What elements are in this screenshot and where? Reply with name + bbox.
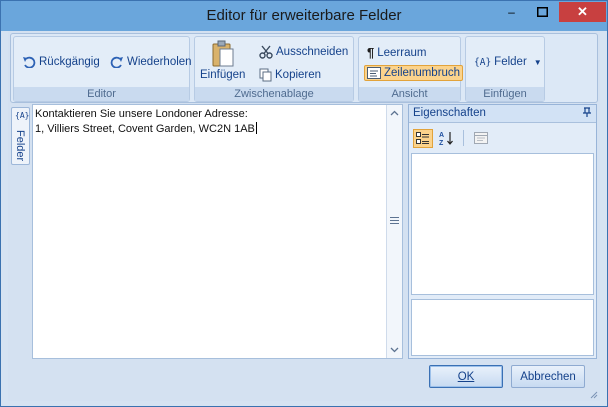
word-wrap-icon [367,67,381,79]
svg-text:A: A [439,132,444,139]
text-editor[interactable]: Kontaktieren Sie unsere Londoner Adresse… [32,104,403,359]
chevron-down-icon: ▼ [533,57,542,67]
properties-toolbar: A Z [413,128,491,148]
copy-icon [259,68,272,82]
alphabetical-sort-button[interactable]: A Z [436,129,456,148]
word-wrap-label: Zeilenumbruch [384,67,461,79]
ribbon: Rückgängig Wiederholen Editor Einfügen A… [10,33,598,103]
redo-button[interactable]: Wiederholen [110,56,192,68]
property-grid[interactable] [411,153,594,295]
pin-icon[interactable] [582,107,592,120]
paste-button[interactable]: Einfügen [200,40,245,81]
word-wrap-button[interactable]: Zeilenumbruch [364,65,464,81]
redo-label: Wiederholen [127,56,192,68]
whitespace-label: Leerraum [377,46,427,59]
property-description [411,299,594,356]
paste-label: Einfügen [200,69,246,81]
properties-panel: Eigenschaften A Z [408,104,597,359]
ribbon-group-editor: Rückgängig Wiederholen Editor [13,36,192,102]
scroll-up-button[interactable] [387,105,402,121]
text-caret [255,122,257,134]
property-pages-button[interactable] [471,129,491,148]
ribbon-group-view: ¶ Leerraum Zeilenumbruch Ansicht [358,36,464,102]
redo-icon [110,56,124,68]
undo-icon [22,56,36,68]
cancel-label: Abbrechen [520,370,576,383]
minimize-button[interactable]: – [498,2,525,22]
pilcrow-icon: ¶ [367,45,375,60]
dialog-window: Editor für erweiterbare Felder – ✕ Rückg… [0,0,608,407]
sort-az-icon: A Z [439,132,453,146]
ribbon-group-clipboard: Einfügen Ausschneiden Kopieren Zwischena… [194,36,354,102]
copy-button[interactable]: Kopieren [259,68,321,82]
maximize-button[interactable] [529,2,556,22]
properties-header: Eigenschaften [409,105,596,123]
ribbon-group-label-editor: Editor [14,87,189,101]
svg-text:Z: Z [439,140,444,146]
maximize-icon [537,7,548,17]
ribbon-group-label-view: Ansicht [359,87,460,101]
editor-vertical-scrollbar[interactable] [386,105,402,358]
properties-title: Eigenschaften [413,107,486,119]
whitespace-button[interactable]: ¶ Leerraum [367,45,426,60]
ribbon-group-label-clipboard: Zwischenablage [195,87,353,101]
paste-icon [211,40,235,68]
ribbon-group-label-insert: Einfügen [466,87,544,101]
close-button[interactable]: ✕ [559,2,606,22]
editor-line-1: Kontaktieren Sie unsere Londoner Adresse… [35,108,248,120]
cut-button[interactable]: Ausschneiden [259,45,348,59]
copy-label: Kopieren [275,69,322,81]
fields-tab-label: Felder [14,130,26,162]
dialog-client: Rückgängig Wiederholen Editor Einfügen A… [8,31,600,401]
resize-grip-icon[interactable] [588,389,598,399]
editor-line-2: 1, Villiers Street, Covent Garden, WC2N … [35,122,257,135]
ok-label: OK [457,370,475,383]
fields-tab-icon: {A} [15,111,30,120]
fields-side-tab[interactable]: {A} Felder [11,107,30,165]
scroll-grip-icon[interactable] [390,217,399,224]
scissors-icon [259,45,273,59]
categorized-button[interactable] [413,128,433,148]
undo-label: Rückgängig [39,56,100,68]
scroll-down-button[interactable] [387,342,402,358]
ok-button[interactable]: OK [429,365,503,388]
fields-icon: {A} [474,56,492,68]
fields-label: Felder [494,56,527,68]
undo-button[interactable]: Rückgängig [22,56,100,68]
chevron-up-icon [390,110,399,116]
title-bar[interactable]: Editor für erweiterbare Felder – ✕ [1,1,607,31]
editor-content[interactable]: Kontaktieren Sie unsere Londoner Adresse… [35,107,385,137]
fields-dropdown-button[interactable]: {A} Felder ▼ [474,56,542,68]
property-pages-icon [474,132,488,144]
categorized-icon [416,131,429,144]
toolbar-separator [463,130,464,146]
chevron-down-icon [390,347,399,353]
cancel-button[interactable]: Abbrechen [511,365,585,388]
ribbon-group-insert: {A} Felder ▼ Einfügen [465,36,545,102]
cut-label: Ausschneiden [276,46,349,58]
